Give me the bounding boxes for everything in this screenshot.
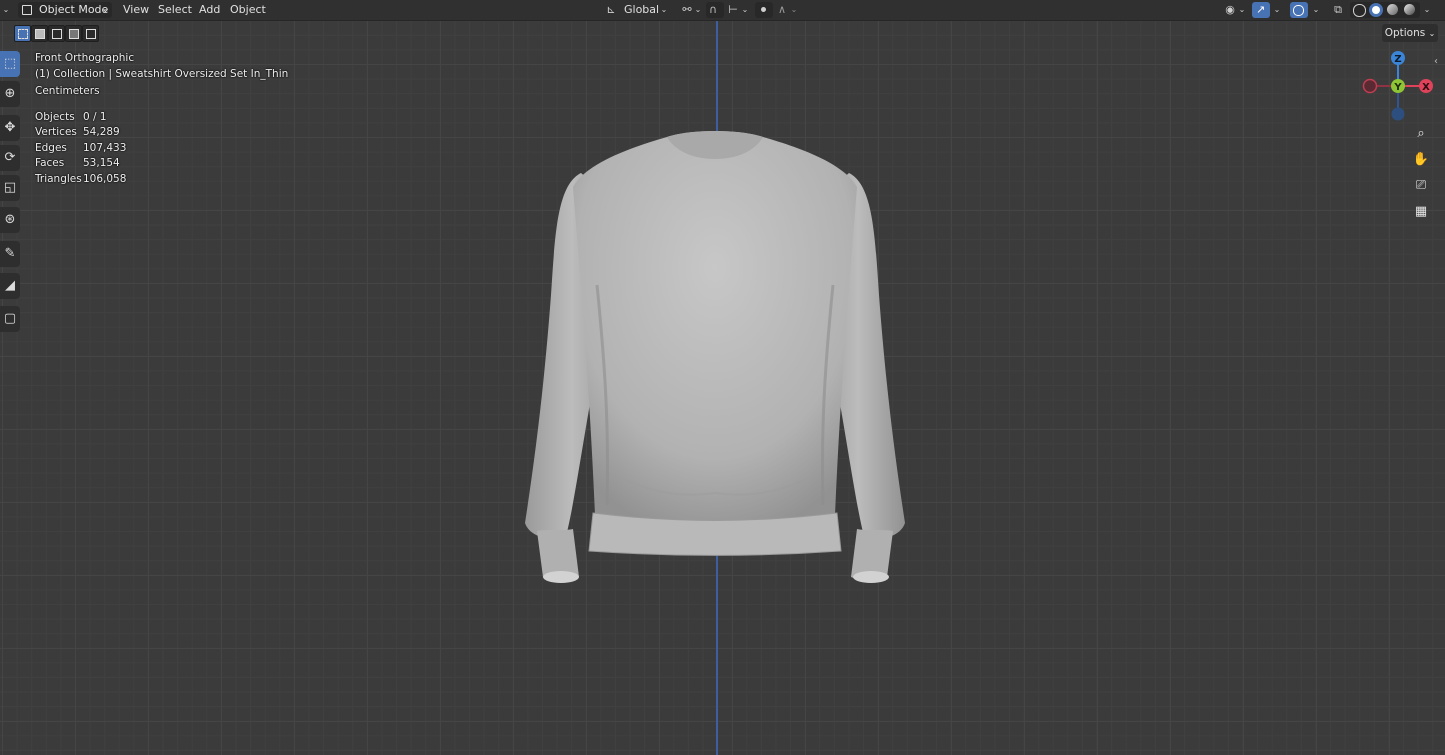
- stat-label: Edges: [35, 142, 67, 154]
- pivot-chevron-icon[interactable]: ⌄: [694, 0, 702, 20]
- units-label: Centimeters: [35, 85, 100, 97]
- overlays-icon: [1293, 5, 1304, 16]
- shading-modes: [1350, 2, 1420, 18]
- gizmo-chevron-icon[interactable]: ⌄: [1272, 0, 1282, 20]
- solid-shading-dot: [1372, 6, 1380, 14]
- snap-toggle[interactable]: ∩: [706, 2, 724, 18]
- cursor-icon[interactable]: ⊕: [0, 81, 20, 107]
- sweatshirt-model[interactable]: [515, 125, 915, 590]
- transform-orientation-dropdown[interactable]: Global: [624, 0, 659, 20]
- sweatshirt-body: [573, 131, 857, 521]
- add-cube-icon[interactable]: ▢: [0, 306, 20, 332]
- select-invert-mode-icon[interactable]: [65, 25, 82, 42]
- falloff-chevron-icon[interactable]: ⌄: [790, 0, 798, 20]
- stat-value: 107,433: [83, 142, 127, 154]
- stat-value: 106,058: [83, 173, 127, 185]
- options-chevron-icon: ⌄: [1428, 29, 1436, 38]
- camera-icon[interactable]: ⎚: [1409, 174, 1433, 198]
- zoom-icon[interactable]: ⌕: [1409, 122, 1433, 146]
- snap-chevron-icon[interactable]: ⌄: [741, 0, 749, 20]
- scale-icon[interactable]: ◱: [0, 175, 20, 201]
- annotate-icon[interactable]: ✎: [0, 241, 20, 267]
- menu-add[interactable]: Add: [199, 0, 220, 20]
- gizmo-toggle[interactable]: ↗: [1252, 2, 1270, 18]
- gizmo-y-label: Y: [1393, 82, 1402, 93]
- rendered-shading-icon[interactable]: [1404, 4, 1415, 15]
- editor-type-chevron-icon[interactable]: ⌄: [0, 0, 12, 20]
- visibility-chevron-icon[interactable]: ⌄: [1238, 0, 1246, 20]
- options-dropdown[interactable]: Options ⌄: [1382, 24, 1438, 42]
- wireframe-shading-icon[interactable]: [1353, 4, 1366, 17]
- select-box-icon[interactable]: ⬚: [0, 51, 20, 77]
- snap-target-icon[interactable]: ⊢: [724, 0, 742, 20]
- stat-value: 0 / 1: [83, 111, 107, 123]
- grid-icon[interactable]: ▦: [1409, 200, 1433, 224]
- overlays-toggle[interactable]: [1290, 2, 1308, 18]
- collection-label: (1) Collection | Sweatshirt Oversized Se…: [35, 68, 289, 80]
- mode-chevron-icon: ⌄: [102, 5, 109, 14]
- mode-selector[interactable]: Object Mode ⌄: [18, 2, 112, 18]
- move-icon[interactable]: ✥: [0, 115, 20, 141]
- visibility-eye-icon[interactable]: ◉: [1221, 0, 1239, 20]
- stat-label: Triangles: [35, 173, 82, 185]
- rotate-icon[interactable]: ⟳: [0, 145, 20, 171]
- orientation-chevron-icon[interactable]: ⌄: [659, 0, 669, 20]
- select-extend-mode-icon[interactable]: [31, 25, 48, 42]
- object-mode-icon: [22, 5, 32, 15]
- proportional-edit-toggle[interactable]: [755, 2, 773, 18]
- view-name: Front Orthographic: [35, 52, 135, 64]
- navigation-gizmo[interactable]: Z X Y: [1360, 48, 1436, 124]
- stat-label: Objects: [35, 111, 75, 123]
- pan-hand-icon[interactable]: ✋: [1409, 148, 1433, 172]
- menu-object[interactable]: Object: [230, 0, 266, 20]
- proportional-edit-icon: [761, 7, 766, 12]
- falloff-curve-icon[interactable]: ∧: [774, 0, 790, 20]
- transform-icon[interactable]: ⊛: [0, 207, 20, 233]
- left-cuff-opening: [543, 571, 579, 583]
- stat-value: 53,154: [83, 157, 120, 169]
- options-label: Options: [1384, 27, 1426, 39]
- shading-chevron-icon[interactable]: ⌄: [1422, 0, 1432, 20]
- orientation-axes-icon: ⊾: [606, 3, 616, 16]
- gizmo-arrow-icon: ↗: [1256, 3, 1266, 16]
- gizmo-x-label: X: [1422, 82, 1430, 93]
- stat-label: Faces: [35, 157, 65, 169]
- menu-view[interactable]: View: [123, 0, 149, 20]
- material-shading-icon[interactable]: [1387, 4, 1398, 15]
- viewport-header: ⌄ Object Mode ⌄ View Select Add Object ⊾…: [0, 0, 1445, 21]
- menu-select[interactable]: Select: [158, 0, 192, 20]
- gizmo-neg-x-handle[interactable]: [1362, 78, 1378, 94]
- stat-value: 54,289: [83, 126, 120, 138]
- right-cuff-opening: [853, 571, 889, 583]
- select-new-mode-icon[interactable]: [14, 25, 31, 42]
- select-intersect-mode-icon[interactable]: [82, 25, 99, 42]
- gizmo-neg-z-handle[interactable]: [1391, 107, 1405, 121]
- xray-toggle-icon[interactable]: ⧉: [1329, 0, 1347, 20]
- magnet-icon: ∩: [709, 3, 718, 16]
- gizmo-z-label: Z: [1394, 54, 1401, 65]
- overlays-chevron-icon[interactable]: ⌄: [1311, 0, 1321, 20]
- mode-label: Object Mode: [39, 3, 109, 16]
- measure-icon[interactable]: ◢: [0, 273, 20, 299]
- stat-label: Vertices: [35, 126, 77, 138]
- select-subtract-mode-icon[interactable]: [48, 25, 65, 42]
